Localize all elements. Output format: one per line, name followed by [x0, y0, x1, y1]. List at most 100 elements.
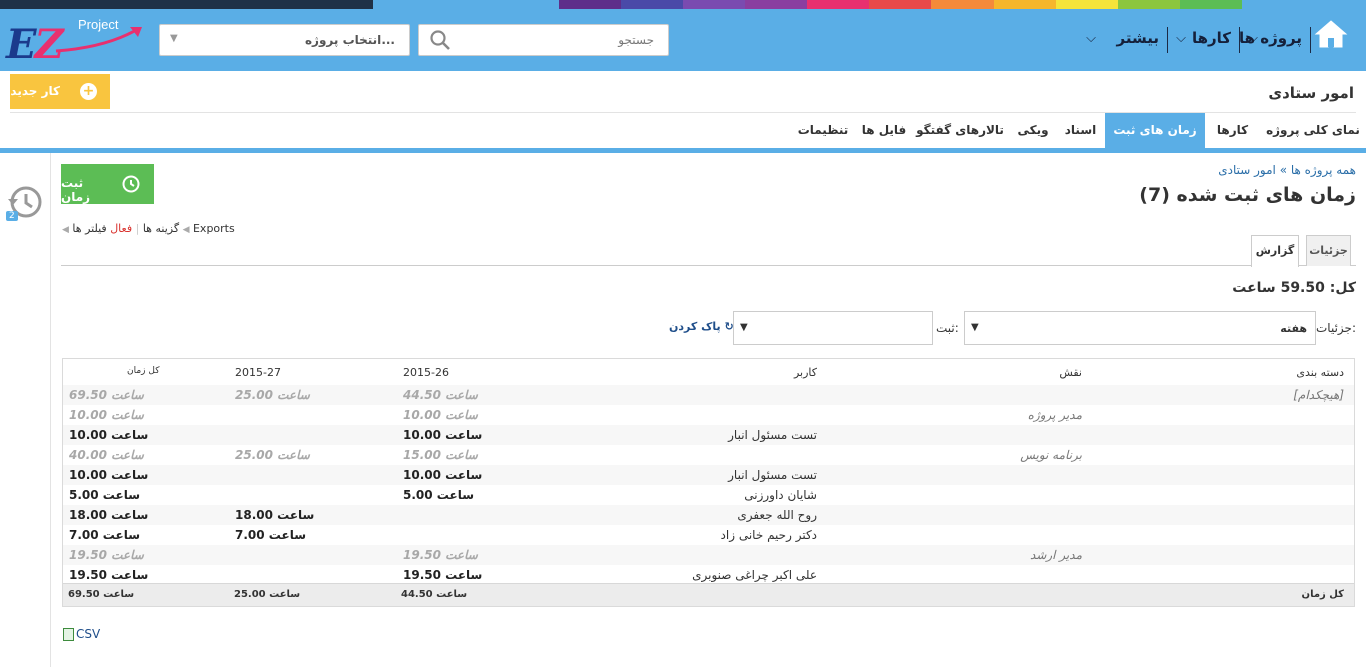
tab-report[interactable]: گزارش	[1251, 235, 1299, 267]
table-row: شایان داورزنی 5.00 ساعت 5.00 ساعت	[63, 485, 1354, 505]
cell-week-27: 7.00 ساعت	[235, 528, 307, 542]
nav-projects[interactable]: پروژه ها	[1239, 29, 1302, 47]
footer-week-26: 44.50 ساعت	[401, 589, 468, 600]
arrow-icon: ◀	[182, 225, 190, 235]
project-title: امور ستادی	[1268, 84, 1354, 102]
log-time-button[interactable]: ثبت زمان	[61, 164, 154, 204]
strip-segment	[807, 0, 870, 9]
chevron-down-icon: ▼	[170, 33, 178, 44]
search-input[interactable]: جستجو	[418, 24, 669, 56]
strip-segment	[745, 0, 808, 9]
table-footer: کل زمان 44.50 ساعت 25.00 ساعت 69.50 ساعت	[63, 583, 1354, 606]
nav-divider	[1167, 27, 1168, 53]
strip-segment	[1303, 0, 1366, 9]
csv-label: CSV	[76, 627, 101, 641]
breadcrumb[interactable]: همه پروژه ها » امور ستادی	[1218, 163, 1356, 177]
strip-segment	[1055, 0, 1118, 9]
history-count-badge: 2	[6, 211, 18, 221]
chevron-down-icon: ▼	[740, 322, 748, 333]
project-select[interactable]: ▼ انتخاب پروژه...	[159, 24, 410, 56]
strip-segment	[0, 0, 63, 9]
table-row: روح الله جعفری 18.00 ساعت 18.00 ساعت	[63, 505, 1354, 525]
options-link[interactable]: گزینه ها	[143, 222, 179, 235]
app-header: EZ Project ▼ انتخاب پروژه... جستجو ⌵ بیش…	[0, 9, 1366, 71]
logo-project-text: Project	[78, 17, 119, 32]
clock-plus-icon	[122, 175, 140, 196]
tab-forums[interactable]: تالارهای گفتگو	[910, 113, 1010, 148]
plus-icon: +	[80, 83, 97, 100]
exports-link[interactable]: Exports	[193, 222, 235, 235]
col-week-26: 2015-26	[403, 366, 449, 379]
table-row: تست مسئول انبار 10.00 ساعت 10.00 ساعت	[63, 465, 1354, 485]
tab-wiki[interactable]: ویکی	[1010, 113, 1056, 148]
table-header: دسته بندی نقش کاربر 2015-26 2015-27 کل ز…	[63, 359, 1354, 385]
app-logo[interactable]: EZ Project	[6, 17, 146, 68]
details-select-value: هفته	[1280, 322, 1307, 335]
cell-total: 18.00 ساعت	[69, 508, 149, 522]
more-chevron-icon[interactable]: ⌵	[1086, 31, 1096, 46]
nav-more[interactable]: بیشتر	[1117, 29, 1159, 47]
table-row: مدیر ارشد 19.50 ساعت 19.50 ساعت	[63, 545, 1354, 565]
cell-user: روح الله جعفری	[737, 508, 817, 522]
cell-week-27: 25.00 ساعت	[235, 448, 310, 462]
report-table: دسته بندی نقش کاربر 2015-26 2015-27 کل ز…	[62, 358, 1355, 607]
csv-export-link[interactable]: CSV	[63, 627, 100, 641]
filters-link[interactable]: فیلتر ها	[72, 222, 106, 235]
tab-settings[interactable]: تنظیمات	[788, 113, 858, 148]
strip-segment	[496, 0, 559, 9]
new-task-button[interactable]: کار جدید +	[10, 74, 110, 109]
tab-details[interactable]: جزئیات	[1306, 235, 1351, 266]
details-select[interactable]: ▼ هفته	[964, 311, 1316, 345]
strip-segment	[124, 0, 187, 9]
add-select[interactable]: ▼	[733, 311, 933, 345]
history-icon[interactable]: 2	[6, 185, 44, 226]
cell-week-26: 19.50 ساعت	[403, 548, 478, 562]
table-row: برنامه نویس 15.00 ساعت 25.00 ساعت 40.00 ساع…	[63, 445, 1354, 465]
nav-tasks[interactable]: کارها	[1192, 29, 1231, 47]
tab-tasks[interactable]: کارها	[1205, 113, 1260, 148]
cell-total: 10.00 ساعت	[69, 468, 149, 482]
col-role: نقش	[1059, 366, 1082, 379]
home-icon[interactable]	[1314, 19, 1348, 52]
tabbar-underline	[0, 148, 1366, 153]
cell-category: [هیچکدام]	[1293, 388, 1344, 402]
search-placeholder: جستجو	[618, 33, 654, 47]
tasks-chevron-icon[interactable]: ⌵	[1176, 31, 1186, 46]
strip-segment	[310, 0, 373, 9]
col-total: کل زمان	[127, 366, 160, 376]
cell-week-26: 10.00 ساعت	[403, 408, 478, 422]
tab-overview[interactable]: نمای کلی پروژه	[1260, 113, 1366, 148]
color-strip	[0, 0, 1366, 9]
cell-total: 40.00 ساعت	[69, 448, 144, 462]
cell-week-27: 25.00 ساعت	[235, 388, 310, 402]
tab-files[interactable]: فایل ها	[858, 113, 910, 148]
tab-time-entries[interactable]: زمان های ثبت شده	[1105, 113, 1205, 172]
tab-documents[interactable]: اسناد	[1056, 113, 1105, 148]
table-row: مدیر پروژه 10.00 ساعت 10.00 ساعت	[63, 405, 1354, 425]
cell-user: تست مسئول انبار	[728, 428, 817, 442]
cell-user: علی اکبر چراغی صنوبری	[692, 568, 817, 582]
cell-total: 5.00 ساعت	[69, 488, 141, 502]
table-row: علی اکبر چراغی صنوبری 19.50 ساعت 19.50 ساع…	[63, 565, 1354, 585]
arrow-icon: ◀	[62, 225, 69, 235]
top-nav: ⌵ بیشتر ⌵ کارها ⌵ پروژه ها	[1036, 9, 1366, 71]
csv-file-icon	[63, 628, 74, 641]
clear-button[interactable]: پاک کردن ↻	[669, 320, 734, 333]
cell-week-26: 15.00 ساعت	[403, 448, 478, 462]
table-row: دکتر رحیم خانی زاد 7.00 ساعت 7.00 ساعت	[63, 525, 1354, 545]
new-task-label: کار جدید	[10, 84, 60, 98]
col-user: کاربر	[793, 366, 817, 379]
nav-divider	[1310, 27, 1311, 53]
table-row: تست مسئول انبار 10.00 ساعت 10.00 ساعت	[63, 425, 1354, 445]
cell-total: 10.00 ساعت	[69, 408, 144, 422]
table-row: [هیچکدام] 44.50 ساعت 25.00 ساعت 69.50 ساعت	[63, 385, 1354, 405]
clear-label: پاک کردن	[669, 320, 721, 333]
page-title: زمان های ثبت شده (7)	[1139, 184, 1356, 206]
strip-segment	[62, 0, 125, 9]
cell-total: 7.00 ساعت	[69, 528, 141, 542]
options-bar: ◀ گزینه ها | فعال فیلتر ها ◀ Exports	[62, 222, 235, 235]
strip-segment	[620, 0, 684, 9]
cell-total: 10.00 ساعت	[69, 428, 149, 442]
cell-role: مدیر ارشد	[1030, 548, 1082, 562]
view-tabs: جزئیات گزارش	[61, 235, 1356, 267]
